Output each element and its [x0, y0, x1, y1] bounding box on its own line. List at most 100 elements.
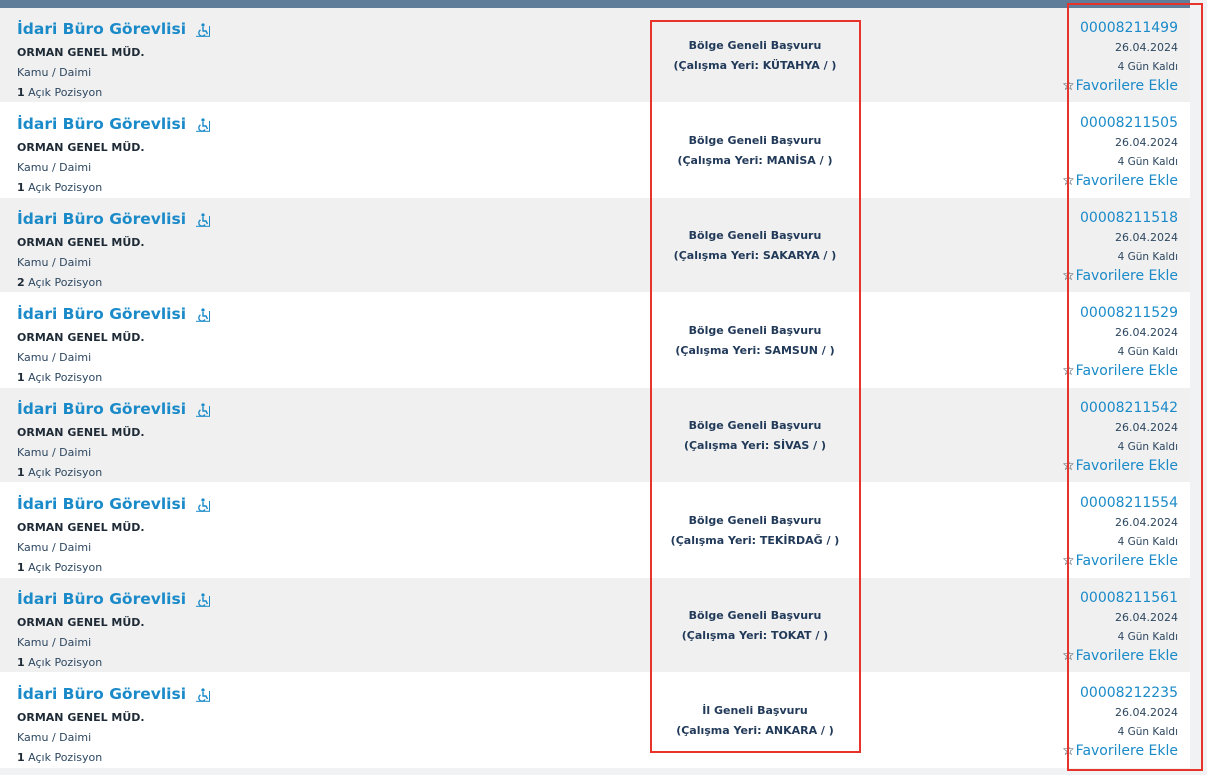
job-title-link[interactable]: İdari Büro Görevlisi — [17, 590, 186, 608]
add-to-favorites-button[interactable]: ☆Favorilere Ekle — [1062, 456, 1178, 476]
deadline-date: 26.04.2024 — [1115, 706, 1178, 719]
employment-type: Kamu / Daimi — [17, 446, 92, 459]
star-icon: ☆ — [1062, 363, 1075, 379]
job-title-link[interactable]: İdari Büro Görevlisi — [17, 210, 186, 228]
job-listing-row: İdari Büro Görevlisi ORMAN GENEL MÜD. Ka… — [0, 103, 1190, 198]
listing-meta: 00008211542 26.04.2024 4 Gün Kaldı ☆Favo… — [1062, 398, 1178, 476]
open-positions-count: 1 — [17, 181, 25, 194]
open-positions-count: 1 — [17, 656, 25, 669]
job-listing-row: İdari Büro Görevlisi ORMAN GENEL MÜD. Ka… — [0, 8, 1190, 103]
open-positions-count: 1 — [17, 751, 25, 764]
accessibility-icon — [195, 402, 211, 417]
listing-meta: 00008211561 26.04.2024 4 Gün Kaldı ☆Favo… — [1062, 588, 1178, 666]
open-positions: 1 Açık Pozisyon — [17, 84, 537, 101]
accessibility-icon — [195, 687, 211, 702]
favorites-label: Favorilere Ekle — [1075, 458, 1178, 474]
open-positions-label: Açık Pozisyon — [28, 276, 103, 289]
employment-type: Kamu / Daimi — [17, 636, 92, 649]
application-scope: Bölge Geneli Başvuru (Çalışma Yeri: SAKA… — [651, 198, 859, 293]
days-remaining: 4 Gün Kaldı — [1117, 251, 1178, 263]
listing-info: İdari Büro Görevlisi ORMAN GENEL MÜD. Ka… — [17, 493, 537, 576]
scope-label: İl Geneli Başvuru — [702, 703, 808, 717]
scope-label: Bölge Geneli Başvuru — [688, 323, 822, 337]
accessibility-icon — [195, 212, 211, 227]
job-title-link[interactable]: İdari Büro Görevlisi — [17, 685, 186, 703]
application-scope: Bölge Geneli Başvuru (Çalışma Yeri: TEKİ… — [651, 483, 859, 578]
star-icon: ☆ — [1062, 458, 1075, 474]
open-positions: 1 Açık Pozisyon — [17, 369, 537, 386]
days-remaining: 4 Gün Kaldı — [1117, 61, 1178, 73]
listing-number-link[interactable]: 00008211561 — [1062, 588, 1178, 608]
work-location: (Çalışma Yeri: ANKARA / ) — [676, 723, 834, 737]
open-positions-label: Açık Pozisyon — [28, 466, 103, 479]
scope-label: Bölge Geneli Başvuru — [688, 608, 822, 622]
deadline-date: 26.04.2024 — [1115, 136, 1178, 149]
organization-name: ORMAN GENEL MÜD. — [17, 616, 145, 629]
days-remaining: 4 Gün Kaldı — [1117, 441, 1178, 453]
organization-name: ORMAN GENEL MÜD. — [17, 711, 145, 724]
open-positions: 1 Açık Pozisyon — [17, 179, 537, 196]
listing-info: İdari Büro Görevlisi ORMAN GENEL MÜD. Ka… — [17, 588, 537, 671]
listing-info: İdari Büro Görevlisi ORMAN GENEL MÜD. Ka… — [17, 303, 537, 386]
listing-number-link[interactable]: 00008211529 — [1062, 303, 1178, 323]
organization-name: ORMAN GENEL MÜD. — [17, 331, 145, 344]
open-positions-label: Açık Pozisyon — [28, 751, 103, 764]
add-to-favorites-button[interactable]: ☆Favorilere Ekle — [1062, 171, 1178, 191]
listing-meta: 00008211554 26.04.2024 4 Gün Kaldı ☆Favo… — [1062, 493, 1178, 571]
days-remaining: 4 Gün Kaldı — [1117, 536, 1178, 548]
employment-type: Kamu / Daimi — [17, 351, 92, 364]
listing-number-link[interactable]: 00008211505 — [1062, 113, 1178, 133]
listing-number-link[interactable]: 00008212235 — [1062, 683, 1178, 703]
work-location: (Çalışma Yeri: TEKİRDAĞ / ) — [670, 533, 840, 547]
job-title-link[interactable]: İdari Büro Görevlisi — [17, 495, 186, 513]
job-title-link[interactable]: İdari Büro Görevlisi — [17, 305, 186, 323]
employment-type: Kamu / Daimi — [17, 66, 92, 79]
listing-meta: 00008211499 26.04.2024 4 Gün Kaldı ☆Favo… — [1062, 18, 1178, 96]
work-location: (Çalışma Yeri: TOKAT / ) — [681, 628, 829, 642]
listing-number-link[interactable]: 00008211518 — [1062, 208, 1178, 228]
listing-number-link[interactable]: 00008211542 — [1062, 398, 1178, 418]
listing-info: İdari Büro Görevlisi ORMAN GENEL MÜD. Ka… — [17, 398, 537, 481]
listing-number-link[interactable]: 00008211499 — [1062, 18, 1178, 38]
days-remaining: 4 Gün Kaldı — [1117, 346, 1178, 358]
listing-meta: 00008211529 26.04.2024 4 Gün Kaldı ☆Favo… — [1062, 303, 1178, 381]
application-scope: Bölge Geneli Başvuru (Çalışma Yeri: SAMS… — [651, 293, 859, 388]
accessibility-icon — [195, 592, 211, 607]
add-to-favorites-button[interactable]: ☆Favorilere Ekle — [1062, 741, 1178, 761]
favorites-label: Favorilere Ekle — [1075, 648, 1178, 664]
days-remaining: 4 Gün Kaldı — [1117, 631, 1178, 643]
job-listing-row: İdari Büro Görevlisi ORMAN GENEL MÜD. Ka… — [0, 578, 1190, 673]
add-to-favorites-button[interactable]: ☆Favorilere Ekle — [1062, 76, 1178, 96]
scope-label: Bölge Geneli Başvuru — [688, 228, 822, 242]
days-remaining: 4 Gün Kaldı — [1117, 156, 1178, 168]
add-to-favorites-button[interactable]: ☆Favorilere Ekle — [1062, 646, 1178, 666]
add-to-favorites-button[interactable]: ☆Favorilere Ekle — [1062, 266, 1178, 286]
work-location: (Çalışma Yeri: SAKARYA / ) — [673, 248, 837, 262]
open-positions-label: Açık Pozisyon — [28, 181, 103, 194]
deadline-date: 26.04.2024 — [1115, 326, 1178, 339]
job-title-link[interactable]: İdari Büro Görevlisi — [17, 400, 186, 418]
open-positions-count: 1 — [17, 561, 25, 574]
listing-info: İdari Büro Görevlisi ORMAN GENEL MÜD. Ka… — [17, 683, 537, 766]
listing-number-link[interactable]: 00008211554 — [1062, 493, 1178, 513]
deadline-date: 26.04.2024 — [1115, 516, 1178, 529]
open-positions: 1 Açık Pozisyon — [17, 749, 537, 766]
job-title-link[interactable]: İdari Büro Görevlisi — [17, 115, 186, 133]
employment-type: Kamu / Daimi — [17, 256, 92, 269]
work-location: (Çalışma Yeri: MANİSA / ) — [677, 153, 833, 167]
job-listing-row: İdari Büro Görevlisi ORMAN GENEL MÜD. Ka… — [0, 673, 1190, 768]
deadline-date: 26.04.2024 — [1115, 41, 1178, 54]
listing-meta: 00008212235 26.04.2024 4 Gün Kaldı ☆Favo… — [1062, 683, 1178, 761]
open-positions-count: 1 — [17, 86, 25, 99]
add-to-favorites-button[interactable]: ☆Favorilere Ekle — [1062, 551, 1178, 571]
deadline-date: 26.04.2024 — [1115, 421, 1178, 434]
favorites-label: Favorilere Ekle — [1075, 268, 1178, 284]
star-icon: ☆ — [1062, 553, 1075, 569]
job-listing-row: İdari Büro Görevlisi ORMAN GENEL MÜD. Ka… — [0, 388, 1190, 483]
accessibility-icon — [195, 307, 211, 322]
job-listing-row: İdari Büro Görevlisi ORMAN GENEL MÜD. Ka… — [0, 293, 1190, 388]
add-to-favorites-button[interactable]: ☆Favorilere Ekle — [1062, 361, 1178, 381]
job-listing-list: İdari Büro Görevlisi ORMAN GENEL MÜD. Ka… — [0, 8, 1190, 768]
scope-label: Bölge Geneli Başvuru — [688, 513, 822, 527]
job-title-link[interactable]: İdari Büro Görevlisi — [17, 20, 186, 38]
